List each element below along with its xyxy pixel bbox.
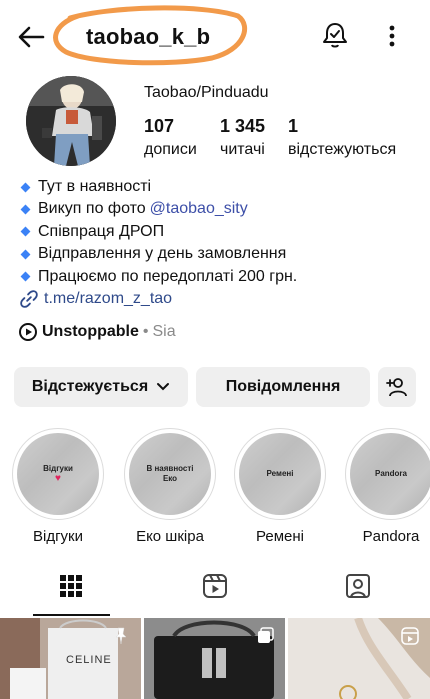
- add-person-button[interactable]: [378, 367, 416, 407]
- bio-text: Співпраця ДРОП: [38, 222, 165, 240]
- bell-check-icon[interactable]: [320, 20, 350, 50]
- profile-username: taobao_k_b: [86, 24, 211, 49]
- music-title: Unstoppable: [42, 323, 139, 340]
- stat-value: 107: [144, 116, 175, 136]
- highlight-item[interactable]: Відгуки ♥ Відгуки: [12, 428, 104, 545]
- grid-icon[interactable]: [57, 572, 85, 600]
- post-thumbnail[interactable]: [288, 618, 430, 699]
- stat-posts[interactable]: 107 дописи: [144, 116, 197, 159]
- profile-tabs: [0, 560, 430, 616]
- highlight-ring: Pandora: [345, 428, 430, 520]
- stat-label: дописи: [144, 141, 197, 158]
- blue-diamond-icon: [20, 182, 31, 193]
- bio-mention-link[interactable]: @taobao_sity: [150, 198, 248, 220]
- following-button-label: Відстежується: [31, 378, 149, 395]
- link-icon: [20, 290, 38, 308]
- stat-followers[interactable]: 1 345 читачі: [220, 116, 265, 159]
- reel-icon: [401, 627, 419, 645]
- highlight-ring: Відгуки ♥: [12, 428, 104, 520]
- highlight-cover: Відгуки ♥: [17, 433, 99, 515]
- profile-music[interactable]: Unstoppable • Sia: [18, 322, 176, 342]
- blue-diamond-icon: [20, 271, 31, 282]
- bio-line: Тут в наявності: [18, 176, 418, 198]
- avatar[interactable]: [26, 76, 116, 166]
- stat-value: 1: [288, 116, 299, 136]
- highlight-label: Еко шкіра: [136, 528, 204, 545]
- stat-label: читачі: [220, 141, 265, 158]
- blue-diamond-icon: [20, 249, 31, 260]
- highlight-cover-text: В наявності: [146, 464, 194, 473]
- highlight-cover: Pandora: [350, 433, 430, 515]
- person-add-icon: [386, 378, 407, 397]
- play-circle-icon: [19, 323, 37, 341]
- stat-following[interactable]: 1 відстежуються: [288, 116, 396, 159]
- post-caption: CELINE: [66, 654, 112, 666]
- blue-diamond-icon: [20, 227, 31, 237]
- bio-text: Працюємо по передоплаті 200 грн.: [38, 267, 298, 285]
- chevron-down-icon: [157, 383, 170, 391]
- carousel-icon: [258, 627, 274, 643]
- profile-display-name: Taobao/Pinduadu: [144, 84, 269, 101]
- bio-text: Відправлення у день замовлення: [38, 245, 287, 263]
- avatar-photo: [26, 76, 116, 166]
- highlight-label: Ремені: [256, 528, 304, 545]
- highlight-cover: В наявності Еко: [129, 433, 211, 515]
- bio-line: Викуп по фото @taobao_sity: [18, 198, 418, 220]
- bio-external-link[interactable]: t.me/razom_z_tao: [18, 288, 172, 310]
- top-bar: taobao_k_b: [0, 0, 430, 70]
- highlight-cover-text: Еко: [162, 474, 178, 483]
- bio-line: Працюємо по передоплаті 200 грн.: [18, 266, 418, 288]
- bio-line: Співпраця ДРОП: [18, 221, 418, 243]
- bio-text: Тут в наявності: [38, 178, 152, 195]
- arrow-left-icon[interactable]: [16, 22, 46, 52]
- tagged-icon[interactable]: [344, 572, 372, 600]
- highlight-cover-text: Pandora: [374, 469, 407, 478]
- more-vertical-icon[interactable]: [380, 22, 404, 50]
- highlight-label: Pandora: [362, 528, 420, 545]
- profile-bio: Тут в наявності Викуп по фото @taobao_si…: [18, 176, 418, 288]
- username-area[interactable]: taobao_k_b: [52, 4, 248, 66]
- post-thumbnail[interactable]: CELINE: [0, 618, 141, 699]
- highlight-cover: Ремені: [239, 433, 321, 515]
- bio-text: Викуп по фото: [38, 200, 146, 218]
- heart-icon: ♥: [55, 473, 61, 484]
- active-tab-indicator: [33, 614, 110, 616]
- reels-icon[interactable]: [201, 572, 229, 600]
- highlight-item[interactable]: Ремені Ремені: [234, 428, 326, 545]
- posts-grid: CELINE: [0, 618, 430, 699]
- highlight-item[interactable]: В наявності Еко Еко шкіра: [124, 428, 216, 545]
- highlight-label: Відгуки: [32, 528, 83, 545]
- highlight-item[interactable]: Pandora Pandora: [345, 428, 430, 545]
- stat-value: 1 345: [220, 116, 266, 136]
- link-text: t.me/razom_z_tao: [44, 290, 173, 307]
- following-button[interactable]: Відстежується: [14, 367, 188, 407]
- bio-line: Відправлення у день замовлення: [18, 243, 418, 265]
- highlight-ring: Ремені: [234, 428, 326, 520]
- music-separator: •: [142, 323, 149, 340]
- message-button-label: Повідомлення: [225, 378, 341, 395]
- pin-icon: [115, 627, 127, 645]
- message-button[interactable]: Повідомлення: [196, 367, 370, 407]
- music-artist: Sia: [152, 323, 176, 340]
- highlight-ring: В наявності Еко: [124, 428, 216, 520]
- post-thumbnail[interactable]: [144, 618, 285, 699]
- highlight-cover-text: Ремені: [266, 469, 294, 478]
- blue-diamond-icon: [20, 204, 31, 215]
- stat-label: відстежуються: [288, 141, 397, 158]
